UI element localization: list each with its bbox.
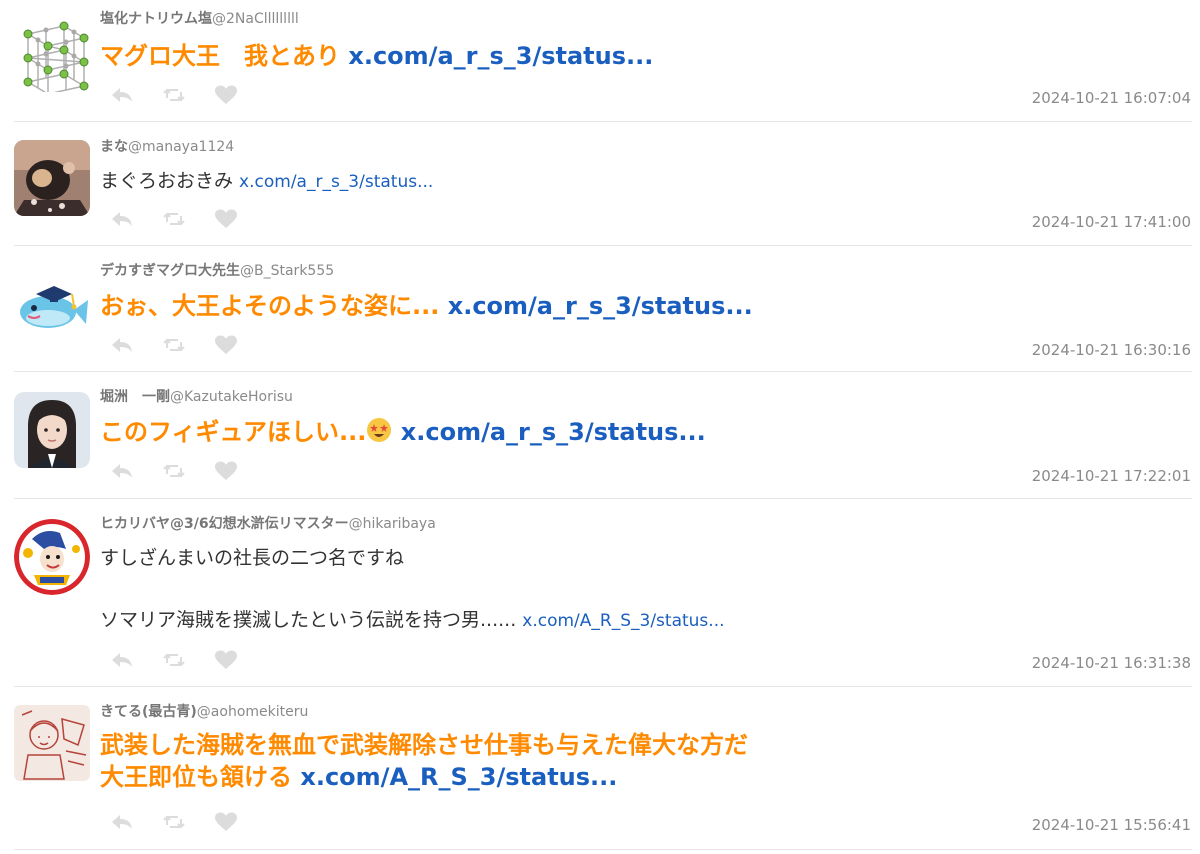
retweet-icon[interactable] <box>162 208 186 230</box>
tweet-actions <box>110 649 240 671</box>
tweet-item: まな@manaya1124 まぐろおおきみ x.com/a_r_s_3/stat… <box>14 122 1192 246</box>
tweet-text: このフィギュアほしい... x.com/a_r_s_3/status... <box>100 416 1192 448</box>
retweet-icon[interactable] <box>162 811 186 833</box>
tweet-author: デカすぎマグロ大先生@B_Stark555 <box>100 262 1192 280</box>
reply-icon[interactable] <box>110 84 134 106</box>
tweet-text: まぐろおおきみ x.com/a_r_s_3/status... <box>100 168 1192 195</box>
author-handle[interactable]: @KazutakeHorisu <box>170 389 293 405</box>
reply-icon[interactable] <box>110 811 134 833</box>
status-link[interactable]: x.com/A_R_S_3/status... <box>522 611 724 631</box>
tweet-timestamp[interactable]: 2024-10-21 17:22:01 <box>1032 466 1191 486</box>
author-handle[interactable]: @aohomekiteru <box>197 704 309 720</box>
tweet-body: デカすぎマグロ大先生@B_Stark555 おぉ、大王よそのような姿に... x… <box>100 262 1192 322</box>
author-name[interactable]: 堀洲 一剛 <box>100 389 170 405</box>
avatar[interactable] <box>14 264 90 340</box>
like-icon[interactable] <box>214 208 238 230</box>
tweet-author: きてる(最古青)@aohomekiteru <box>100 703 1192 721</box>
like-icon[interactable] <box>214 460 238 482</box>
like-icon[interactable] <box>214 334 238 356</box>
like-icon[interactable] <box>214 84 238 106</box>
tweet-item: デカすぎマグロ大先生@B_Stark555 おぉ、大王よそのような姿に... x… <box>14 246 1192 372</box>
tweet-body: 堀洲 一剛@KazutakeHorisu このフィギュアほしい... x.com… <box>100 388 1192 448</box>
tweet-text-content: このフィギュアほしい... <box>100 418 367 446</box>
tweet-actions <box>110 84 240 106</box>
tweet-body: まな@manaya1124 まぐろおおきみ x.com/a_r_s_3/stat… <box>100 138 1192 195</box>
tweet-actions <box>110 208 240 230</box>
tweet-text-line: 武装した海賊を無血で武装解除させ仕事も与えた偉大な方だ <box>100 731 748 759</box>
tweet-text: すしざんまいの社長の二つ名ですね ソマリア海賊を撲滅したという伝説を持つ男...… <box>100 545 1192 634</box>
tweet-text-content: ソマリア海賊を撲滅したという伝説を持つ男...... <box>100 609 523 631</box>
star-struck-emoji <box>366 417 392 443</box>
tweet-timestamp[interactable]: 2024-10-21 16:31:38 <box>1032 653 1191 673</box>
author-name[interactable]: ヒカリバヤ@3/6幻想水滸伝リマスター <box>100 516 349 532</box>
tweet-body: ヒカリバヤ@3/6幻想水滸伝リマスター@hikaribaya すしざんまいの社長… <box>100 515 1192 634</box>
tweet-text-line: すしざんまいの社長の二つ名ですね <box>100 547 405 569</box>
tweet-body: 塩化ナトリウム塩@2NaClllllllll マグロ大王 我とあり x.com/… <box>100 10 1192 72</box>
author-handle[interactable]: @manaya1124 <box>128 139 234 155</box>
status-link[interactable]: x.com/A_R_S_3/status... <box>300 763 617 791</box>
status-link[interactable]: x.com/a_r_s_3/status... <box>401 418 706 446</box>
retweet-icon[interactable] <box>162 334 186 356</box>
tweet-text: おぉ、大王よそのような姿に... x.com/a_r_s_3/status... <box>100 290 1192 322</box>
author-name[interactable]: まな <box>100 139 128 155</box>
tweet-actions <box>110 460 240 482</box>
author-name[interactable]: デカすぎマグロ大先生 <box>100 263 240 279</box>
tweet-text-line: ソマリア海賊を撲滅したという伝説を持つ男...... x.com/A_R_S_3… <box>100 607 1192 634</box>
retweet-icon[interactable] <box>162 84 186 106</box>
reply-icon[interactable] <box>110 334 134 356</box>
tweet-item: きてる(最古青)@aohomekiteru 武装した海賊を無血で武装解除させ仕事… <box>14 687 1192 850</box>
avatar[interactable] <box>14 392 90 468</box>
tweet-actions <box>110 811 240 833</box>
like-icon[interactable] <box>214 811 238 833</box>
avatar[interactable] <box>14 705 90 781</box>
retweet-icon[interactable] <box>162 460 186 482</box>
tweet-text-content: まぐろおおきみ <box>100 170 240 192</box>
reply-icon[interactable] <box>110 649 134 671</box>
avatar[interactable] <box>14 12 94 92</box>
author-handle[interactable]: @B_Stark555 <box>240 263 334 279</box>
status-link[interactable]: x.com/a_r_s_3/status... <box>348 42 653 70</box>
tweet-text-line: 大王即位も頷ける x.com/A_R_S_3/status... <box>100 761 1192 793</box>
tweet-timestamp[interactable]: 2024-10-21 15:56:41 <box>1032 815 1191 835</box>
author-name[interactable]: きてる(最古青) <box>100 704 197 720</box>
avatar[interactable] <box>14 140 90 216</box>
tweet-feed: 塩化ナトリウム塩@2NaClllllllll マグロ大王 我とあり x.com/… <box>0 0 1200 850</box>
tweet-author: ヒカリバヤ@3/6幻想水滸伝リマスター@hikaribaya <box>100 515 1192 533</box>
author-handle[interactable]: @hikaribaya <box>349 516 436 532</box>
author-handle[interactable]: @2NaClllllllll <box>212 11 299 27</box>
tweet-text-content: 大王即位も頷ける <box>100 763 301 791</box>
tweet-timestamp[interactable]: 2024-10-21 17:41:00 <box>1032 212 1191 232</box>
tweet-author: 塩化ナトリウム塩@2NaClllllllll <box>100 10 1192 28</box>
tweet-text-content: おぉ、大王よそのような姿に... <box>100 292 448 320</box>
avatar[interactable] <box>14 519 90 595</box>
tweet-item: 塩化ナトリウム塩@2NaClllllllll マグロ大王 我とあり x.com/… <box>14 0 1192 122</box>
tweet-item: ヒカリバヤ@3/6幻想水滸伝リマスター@hikaribaya すしざんまいの社長… <box>14 499 1192 687</box>
tweet-text: マグロ大王 我とあり x.com/a_r_s_3/status... <box>100 40 1192 72</box>
reply-icon[interactable] <box>110 460 134 482</box>
retweet-icon[interactable] <box>162 649 186 671</box>
tweet-body: きてる(最古青)@aohomekiteru 武装した海賊を無血で武装解除させ仕事… <box>100 703 1192 793</box>
reply-icon[interactable] <box>110 208 134 230</box>
status-link[interactable]: x.com/a_r_s_3/status... <box>239 172 433 192</box>
tweet-text: 武装した海賊を無血で武装解除させ仕事も与えた偉大な方だ 大王即位も頷ける x.c… <box>100 729 1192 793</box>
like-icon[interactable] <box>214 649 238 671</box>
status-link[interactable]: x.com/a_r_s_3/status... <box>448 292 753 320</box>
tweet-timestamp[interactable]: 2024-10-21 16:30:16 <box>1032 340 1191 360</box>
tweet-actions <box>110 334 240 356</box>
tweet-item: 堀洲 一剛@KazutakeHorisu このフィギュアほしい... x.com… <box>14 372 1192 499</box>
tweet-author: 堀洲 一剛@KazutakeHorisu <box>100 388 1192 406</box>
tweet-author: まな@manaya1124 <box>100 138 1192 156</box>
tweet-timestamp[interactable]: 2024-10-21 16:07:04 <box>1032 88 1191 108</box>
author-name[interactable]: 塩化ナトリウム塩 <box>100 11 212 27</box>
tweet-text-content: マグロ大王 我とあり <box>100 42 349 70</box>
